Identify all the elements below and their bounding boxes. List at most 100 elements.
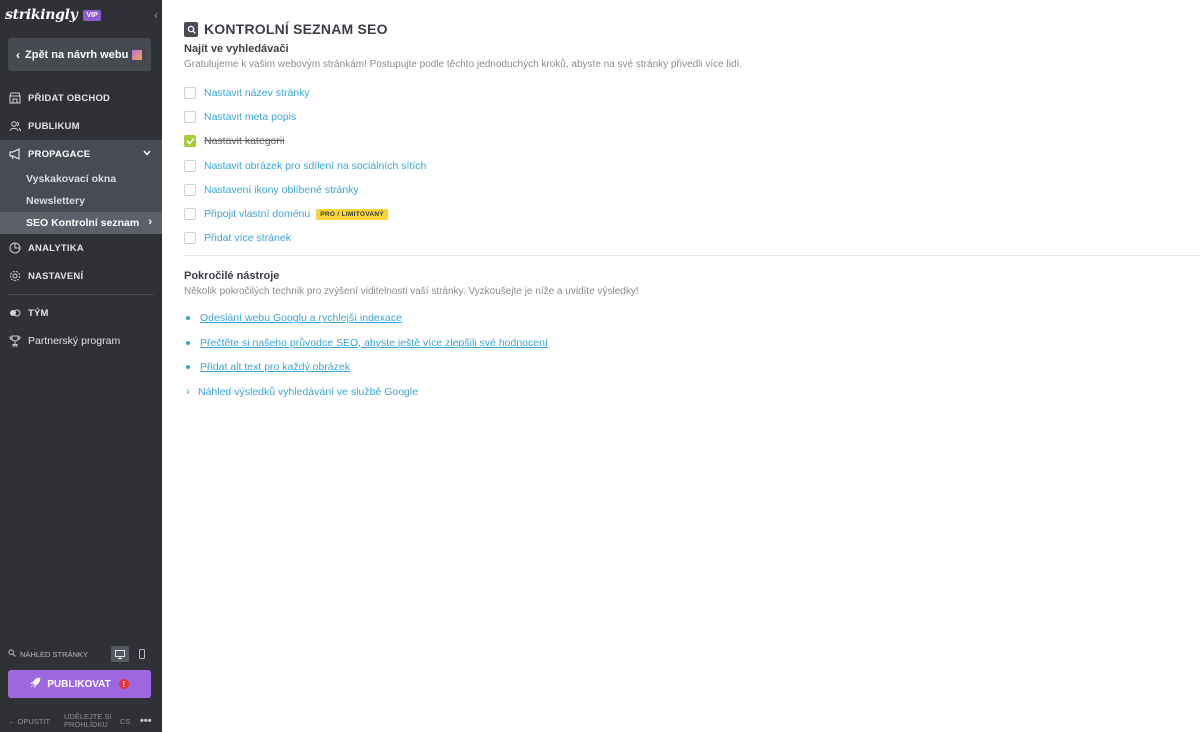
seo-search-icon	[184, 21, 198, 37]
sidebar-item-settings[interactable]: NASTAVENÍ	[0, 262, 162, 290]
sidebar-item-audience[interactable]: PUBLIKUM	[0, 112, 162, 140]
page-title: KONTROLNÍ SEZNAM SEO	[204, 21, 388, 37]
sidebar-item-label: ANALYTIKA	[28, 242, 84, 254]
site-preview-label[interactable]: NÁHLED STRÁNKY	[20, 650, 88, 659]
sidebar-item-label: PUBLIKUM	[28, 120, 80, 132]
advanced-section-title: Pokročilé nástroje	[184, 270, 280, 282]
bullet	[186, 316, 190, 321]
sidebar-nav: PŘIDAT OBCHOD PUBLIKUM PROPAGACE Vyskako…	[0, 84, 162, 355]
pie-chart-icon	[9, 242, 21, 254]
publish-label: PUBLIKOVAT	[47, 678, 111, 690]
page-header: KONTROLNÍ SEZNAM SEO	[184, 21, 388, 37]
desktop-preview-button[interactable]	[111, 646, 129, 662]
sidebar-divider	[8, 294, 154, 295]
sidebar-item-label: PŘIDAT OBCHOD	[28, 92, 111, 104]
sidebar: strikingly VIP ‹ ‹ Zpět na návrh webu PŘ…	[0, 0, 162, 732]
team-icon	[9, 307, 21, 319]
search-icon	[8, 649, 16, 659]
checkbox[interactable]	[184, 87, 196, 100]
gear-icon	[9, 270, 21, 282]
sidebar-item-add-store[interactable]: PŘIDAT OBCHOD	[0, 84, 162, 112]
warning-icon: !	[118, 679, 129, 689]
find-section-title: Najít ve vyhledávači	[184, 43, 289, 55]
sidebar-subitem-newsletters[interactable]: Newslettery	[0, 190, 162, 212]
seo-checklist: Nastavit název stránky Nastavit meta pop…	[184, 81, 426, 250]
sidebar-item-partner[interactable]: Partnerský program	[0, 327, 162, 355]
pro-limited-badge: PRO / LIMITOVANÝ	[316, 208, 389, 220]
alt-text-link[interactable]: Přidat alt text pro každý obrázek	[200, 361, 350, 373]
checkbox[interactable]	[184, 111, 196, 124]
sidebar-item-label: TÝM	[28, 307, 49, 319]
exit-label: OPUSTIT	[17, 716, 51, 726]
submit-to-google-link[interactable]: Odeslání webu Googlu a rychlejší indexac…	[200, 312, 402, 324]
list-item: Odeslání webu Googlu a rychlejší indexac…	[186, 306, 548, 331]
checklist-item-label[interactable]: Nastavit kategorii	[204, 135, 285, 147]
tour-link[interactable]: UDĚLEJTE SI PROHLÍDKU	[64, 713, 120, 729]
checklist-item-social-image[interactable]: Nastavit obrázek pro sdílení na sociální…	[184, 154, 426, 178]
checklist-item-meta-description[interactable]: Nastavit meta popis	[184, 105, 426, 129]
checklist-item-label[interactable]: Nastavení ikony oblíbené stránky	[204, 184, 359, 196]
sidebar-footer: ← OPUSTIT UDĚLEJTE SI PROHLÍDKU CS •••	[8, 712, 158, 730]
back-to-editor-button[interactable]: ‹ Zpět na návrh webu	[8, 38, 151, 71]
collapse-sidebar-icon[interactable]: ‹	[154, 8, 158, 22]
checkbox[interactable]	[184, 232, 196, 245]
site-preview-row: NÁHLED STRÁNKY	[8, 645, 151, 663]
bullet	[186, 340, 190, 345]
device-toggle	[111, 646, 151, 662]
chevron-down-icon	[142, 148, 152, 161]
section-divider	[184, 255, 1200, 256]
promotion-submenu: Vyskakovací okna Newslettery SEO Kontrol…	[0, 168, 162, 234]
checkbox[interactable]	[184, 159, 196, 172]
trophy-icon	[9, 335, 21, 347]
site-thumbnail-icon	[132, 49, 143, 60]
back-button-label: Zpět na návrh webu	[25, 48, 129, 61]
chevron-left-icon: ‹	[16, 47, 20, 62]
advanced-section-description: Několik pokročilých technik pro zvýšení …	[184, 286, 639, 297]
checklist-item-label[interactable]: Nastavit název stránky	[204, 87, 310, 99]
checklist-item-label[interactable]: Připojit vlastní doménu	[204, 208, 310, 220]
checklist-item-page-title[interactable]: Nastavit název stránky	[184, 81, 426, 105]
language-switch[interactable]: CS	[120, 717, 140, 726]
checkmark-icon	[185, 138, 195, 146]
desktop-icon	[115, 649, 125, 659]
checkbox[interactable]	[184, 183, 196, 196]
sidebar-item-promotion[interactable]: PROPAGACE	[0, 140, 162, 168]
list-item: Přečtěte si našeho průvodce SEO, abyste …	[186, 331, 548, 356]
checklist-item-category[interactable]: Nastavit kategorii	[184, 129, 426, 153]
sidebar-item-team[interactable]: TÝM	[0, 299, 162, 327]
sidebar-item-analytics[interactable]: ANALYTIKA	[0, 234, 162, 262]
megaphone-icon	[9, 148, 21, 160]
logo[interactable]: strikingly	[5, 7, 78, 23]
mobile-preview-button[interactable]	[133, 646, 151, 662]
sidebar-item-label: NASTAVENÍ	[28, 270, 84, 282]
sidebar-item-label: Partnerský program	[28, 335, 121, 347]
checkbox[interactable]	[184, 208, 196, 221]
checklist-item-label[interactable]: Nastavit meta popis	[204, 111, 296, 123]
seo-guide-link[interactable]: Přečtěte si našeho průvodce SEO, abyste …	[200, 337, 548, 349]
checklist-item-more-pages[interactable]: Přidat více stránek	[184, 226, 426, 250]
checklist-item-custom-domain[interactable]: Připojit vlastní doménu PRO / LIMITOVANÝ	[184, 202, 426, 226]
main-content: KONTROLNÍ SEZNAM SEO Najít ve vyhledávač…	[162, 0, 1200, 732]
checklist-item-favicon[interactable]: Nastavení ikony oblíbené stránky	[184, 178, 426, 202]
list-item: Přidat alt text pro každý obrázek	[186, 355, 548, 380]
google-preview-toggle[interactable]: › Náhled výsledků vyhledávání ve službě …	[186, 380, 548, 405]
rocket-icon	[30, 677, 41, 691]
bullet	[186, 365, 190, 370]
checklist-item-label[interactable]: Nastavit obrázek pro sdílení na sociální…	[204, 160, 426, 172]
vip-badge: VIP	[83, 9, 101, 21]
chevron-right-icon: ›	[186, 385, 190, 398]
publish-button[interactable]: PUBLIKOVAT !	[8, 670, 151, 698]
checklist-item-label[interactable]: Přidat více stránek	[204, 232, 291, 244]
mobile-icon	[139, 649, 145, 659]
sidebar-item-label: PROPAGACE	[28, 148, 91, 160]
store-icon	[9, 92, 21, 104]
chevron-right-icon: ›	[148, 216, 152, 228]
sidebar-subitem-popups[interactable]: Vyskakovací okna	[0, 168, 162, 190]
more-icon[interactable]: •••	[140, 715, 152, 727]
google-preview-label[interactable]: Náhled výsledků vyhledávání ve službě Go…	[198, 386, 418, 398]
exit-link[interactable]: ← OPUSTIT	[8, 717, 64, 726]
logo-row: strikingly VIP ‹	[0, 0, 162, 30]
find-section-description: Gratulujeme k vašim webovým stránkám! Po…	[184, 59, 743, 70]
checkbox-checked[interactable]	[184, 135, 196, 148]
sidebar-subitem-seo-checklist[interactable]: SEO Kontrolní seznam ›	[0, 212, 162, 234]
